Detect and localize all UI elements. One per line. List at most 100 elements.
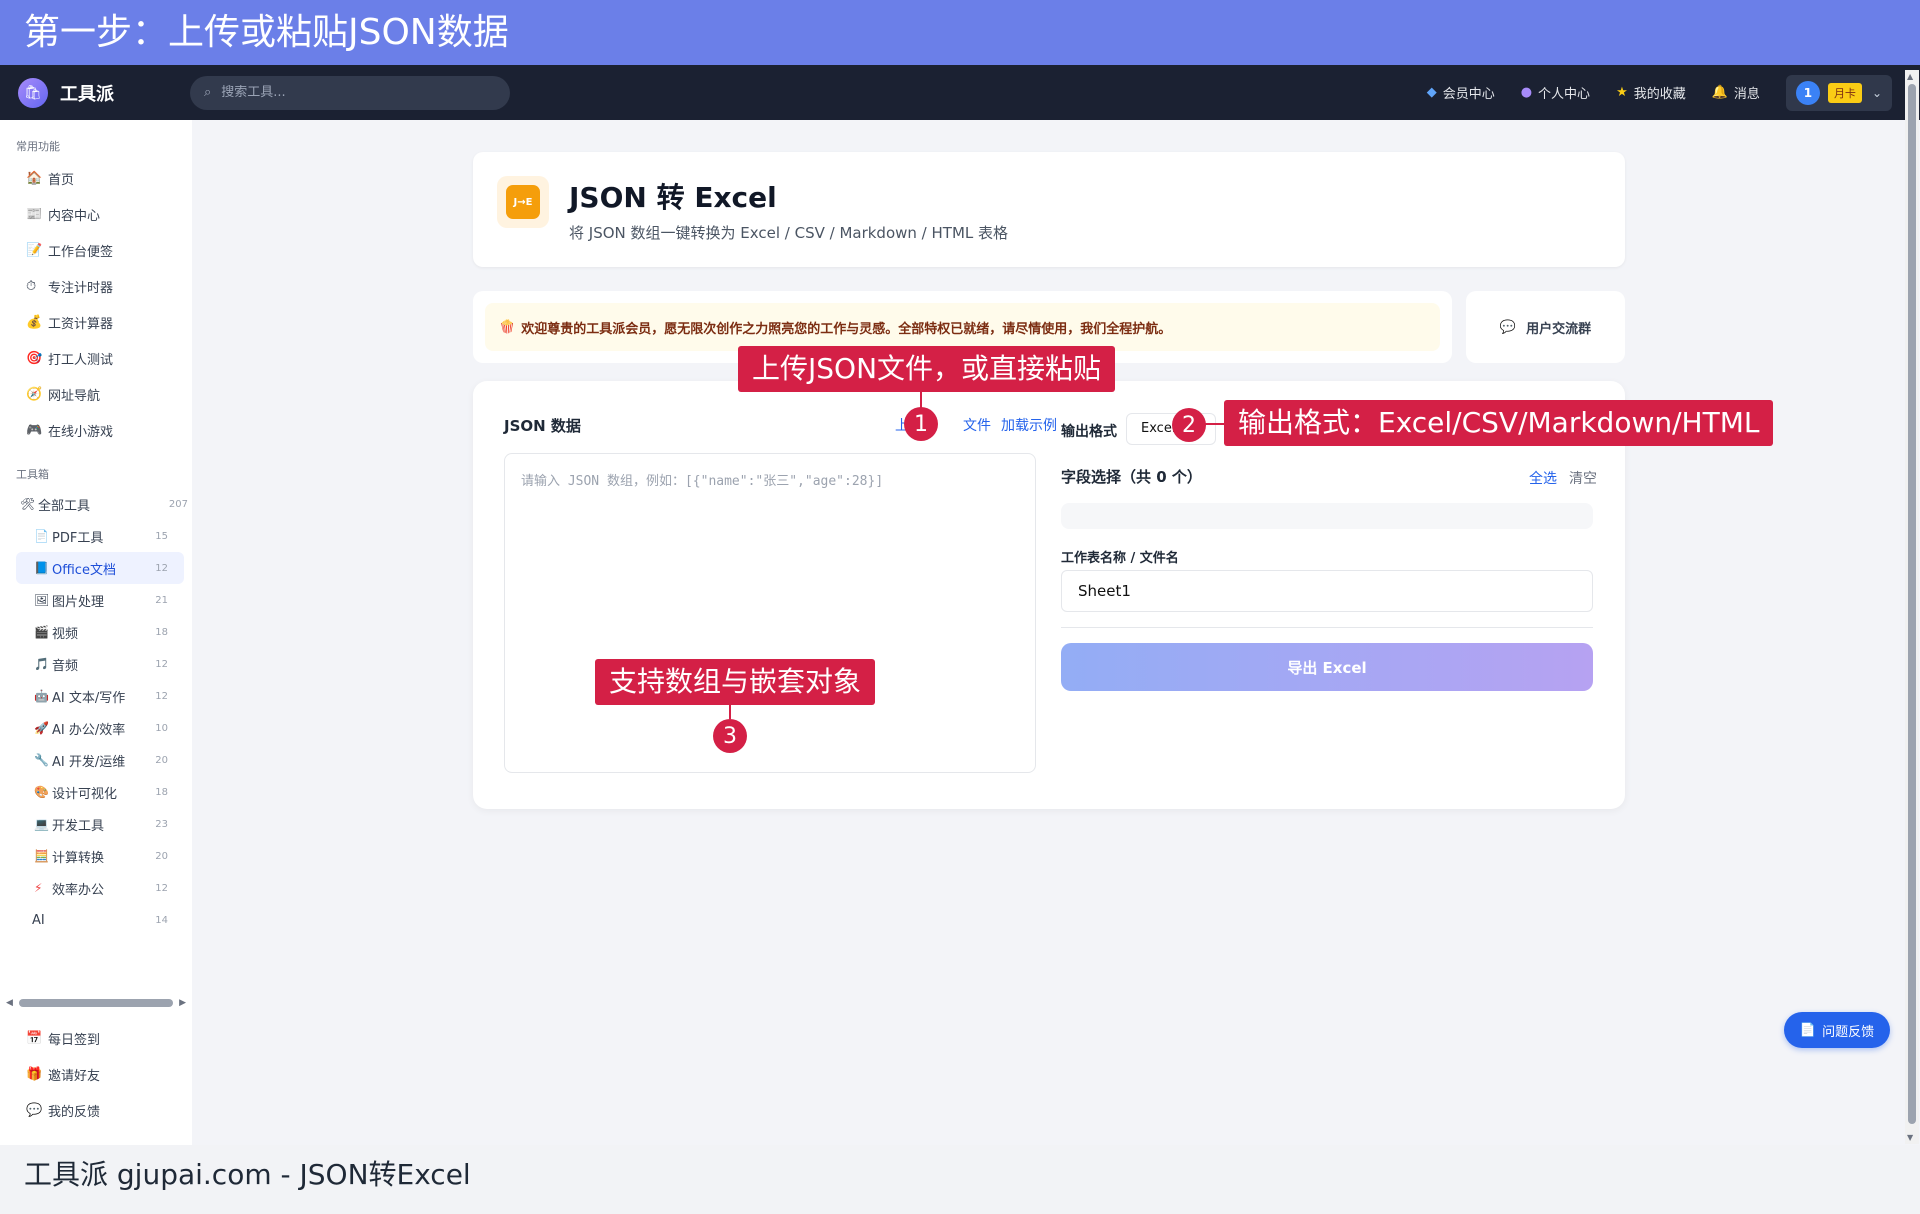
sidebar-item-invite[interactable]: 🎁 邀请好友: [0, 1056, 192, 1092]
sidebar-item-games[interactable]: 🎮 在线小游戏: [0, 412, 192, 448]
page-title: JSON 转 Excel: [569, 181, 777, 214]
scroll-up-icon[interactable]: ▲: [1907, 72, 1913, 81]
callout-2: 输出格式：Excel/CSV/Markdown/HTML: [1224, 400, 1774, 446]
picture-icon: 🖼: [34, 593, 50, 607]
sidebar-item-nav[interactable]: 🧭 网址导航: [0, 376, 192, 412]
money-bag-icon: 💰: [26, 314, 43, 330]
house-icon: 🏠: [26, 170, 43, 186]
search-input[interactable]: [221, 85, 482, 100]
sidebar-item-ai-office[interactable]: 🚀 AI 办公/效率 10: [0, 712, 192, 744]
sidebar-item-ai[interactable]: AI 14: [0, 904, 192, 936]
scrollbar-thumb[interactable]: [18, 999, 174, 1007]
robot-icon: 🤖: [34, 689, 49, 703]
sidebar-item-calc[interactable]: 🧮 计算转换 20: [0, 840, 192, 872]
gamepad-icon: 🎮: [26, 422, 43, 438]
callout-2-leader: [1204, 423, 1226, 425]
target-icon: 🎯: [26, 350, 43, 366]
doc-icon: 📄: [1799, 1022, 1817, 1038]
callout-1-number: 1: [904, 407, 938, 441]
news-icon: 📰: [26, 206, 43, 222]
sidebar-item-test[interactable]: 🎯 打工人测试: [0, 340, 192, 376]
sidebar-section-title: 常用功能: [16, 140, 60, 153]
user-group-button[interactable]: 💬 用户交流群: [1466, 291, 1625, 363]
tools-icon: 🛠: [20, 497, 36, 511]
json-excel-icon: J→E: [497, 176, 549, 228]
palette-icon: 🎨: [34, 785, 49, 799]
tutorial-banner: 第一步：上传或粘贴JSON数据: [0, 0, 1920, 65]
scroll-right-icon[interactable]: ▶: [179, 998, 186, 1008]
membership-badge: 月卡: [1827, 82, 1862, 103]
sidebar-item-ai-dev[interactable]: 🔧 AI 开发/运维 20: [0, 744, 192, 776]
export-button[interactable]: 导出 Excel: [1061, 643, 1593, 691]
sidebar-item-efficiency[interactable]: ⚡ 效率办公 12: [0, 872, 192, 904]
rocket-icon: 🚀: [34, 721, 49, 735]
sidebar-item-pdf[interactable]: 📄 PDF工具 15: [0, 520, 192, 552]
clear-link[interactable]: 清空: [1569, 468, 1597, 488]
diamond-icon: ◆: [1426, 85, 1437, 100]
chat-icon: 💬: [1499, 319, 1517, 335]
sidebar-item-timer[interactable]: ⏱ 专注计时器: [0, 268, 192, 304]
callout-3-leader: [729, 705, 731, 719]
sidebar-item-dev-tools[interactable]: 💻 开发工具 23: [0, 808, 192, 840]
music-icon: 🎵: [34, 657, 49, 671]
page-scrollbar[interactable]: ▲ ▼: [1905, 70, 1919, 1144]
star-icon: ★: [1616, 85, 1628, 100]
notice-text: 欢迎尊贵的工具派会员，愿无限次创作之力照亮您的工作与灵感。全部特权已就绪，请尽情…: [521, 321, 1172, 337]
load-example-link[interactable]: 加载示例: [1001, 415, 1057, 435]
sidebar-item-office[interactable]: 📘 Office文档 12: [16, 552, 184, 584]
sheet-name-input[interactable]: [1061, 570, 1593, 612]
nav-personal-center[interactable]: ● 个人中心: [1521, 83, 1590, 102]
blue-book-icon: 📘: [34, 561, 49, 575]
compass-icon: 🧭: [26, 386, 43, 402]
select-all-link[interactable]: 全选: [1529, 468, 1557, 488]
sidebar-item-home[interactable]: 🏠 首页: [0, 160, 192, 196]
sidebar-item-image[interactable]: 🖼 图片处理 21: [0, 584, 192, 616]
nav-messages[interactable]: 🔔 消息: [1712, 83, 1760, 102]
sidebar-item-audio[interactable]: 🎵 音频 12: [0, 648, 192, 680]
clapper-icon: 🎬: [34, 625, 49, 639]
tool-header-card: J→E JSON 转 Excel 将 JSON 数组一键转换为 Excel / …: [473, 152, 1625, 267]
nav-favorites[interactable]: ★ 我的收藏: [1616, 83, 1686, 102]
avatar: 1: [1795, 80, 1820, 105]
computer-icon: 💻: [34, 817, 49, 831]
callout-3: 支持数组与嵌套对象: [595, 659, 876, 705]
sidebar-item-salary[interactable]: 💰 工资计算器: [0, 304, 192, 340]
sidebar-item-feedback[interactable]: 💬 我的反馈: [0, 1092, 192, 1128]
sidebar-item-ai-writing[interactable]: 🤖 AI 文本/写作 12: [0, 680, 192, 712]
sidebar-item-checkin[interactable]: 📅 每日签到: [0, 1020, 192, 1056]
wrench-icon: 🔧: [34, 753, 49, 767]
json-input[interactable]: [504, 453, 1036, 773]
calendar-icon: 📅: [26, 1030, 43, 1046]
page-subtitle: 将 JSON 数组一键转换为 Excel / CSV / Markdown / …: [569, 224, 1009, 242]
gift-icon: 🎁: [26, 1066, 43, 1082]
user-menu[interactable]: 1 月卡 ⌄: [1785, 74, 1892, 111]
abacus-icon: 🧮: [34, 849, 49, 863]
format-label: 输出格式: [1061, 424, 1117, 440]
bag-icon: 🛍: [18, 77, 48, 108]
scroll-left-icon[interactable]: ◀: [6, 998, 13, 1008]
sidebar-scrollbar[interactable]: ◀ ▶: [6, 998, 186, 1008]
upload-file-link[interactable]: 上传文件: [885, 415, 991, 435]
sidebar-item-content[interactable]: 📰 内容中心: [0, 196, 192, 232]
field-list: [1061, 503, 1593, 529]
callout-1: 上传JSON文件，或直接粘贴: [738, 346, 1116, 392]
app-logo[interactable]: 🛍 工具派: [18, 77, 190, 108]
page-icon: 📄: [34, 529, 49, 543]
sidebar-item-all-tools[interactable]: 🛠 全部工具 207: [0, 488, 192, 520]
sidebar-item-design[interactable]: 🎨 设计可视化 18: [0, 776, 192, 808]
search-icon: ⌕: [204, 85, 212, 100]
feedback-button[interactable]: 📄 问题反馈: [1784, 1012, 1890, 1048]
nav-member-center[interactable]: ◆ 会员中心: [1427, 83, 1495, 102]
speech-icon: 💬: [26, 1102, 43, 1118]
scroll-down-icon[interactable]: ▼: [1907, 1133, 1913, 1142]
sheet-name-label: 工作表名称 / 文件名: [1061, 551, 1179, 566]
sidebar-item-notes[interactable]: 📝 工作台便签: [0, 232, 192, 268]
field-select-label: 字段选择（共 0 个）: [1061, 468, 1202, 486]
divider: [1061, 627, 1593, 628]
sidebar-item-video[interactable]: 🎬 视频 18: [0, 616, 192, 648]
scrollbar-thumb[interactable]: [1908, 84, 1916, 1124]
footer-caption: 工具派 gjupai.com - JSON转Excel: [0, 1145, 1920, 1214]
count-badge: 207: [168, 498, 188, 510]
search-box[interactable]: ⌕: [190, 75, 510, 110]
memo-icon: 📝: [26, 242, 43, 258]
